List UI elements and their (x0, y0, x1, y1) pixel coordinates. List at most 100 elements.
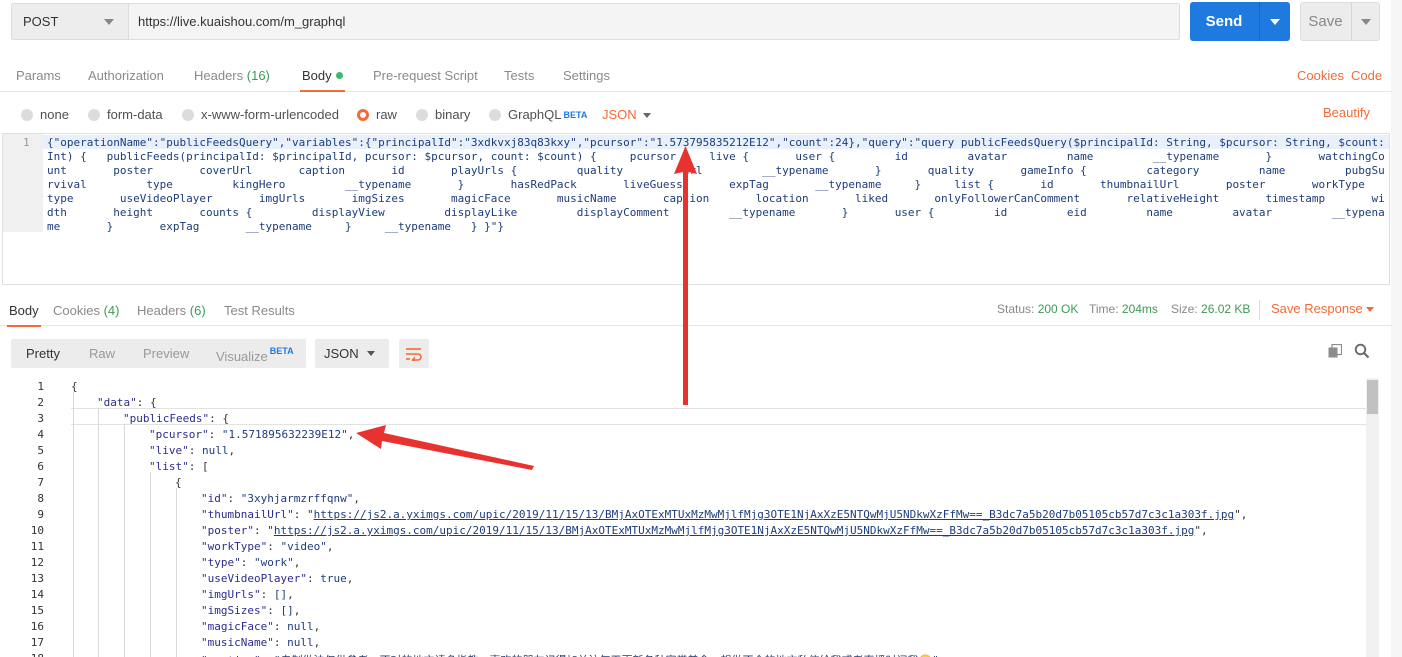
radio-circle-icon (489, 108, 501, 121)
json-punct: , (353, 492, 360, 505)
view-raw-button[interactable]: Raw (89, 346, 115, 361)
request-tabs: Params Authorization Headers (16) Body P… (0, 60, 1392, 92)
tab-body[interactable]: Body (300, 68, 345, 92)
size-value[interactable]: 26.02 KB (1201, 302, 1250, 316)
response-tab-cookies[interactable]: Cookies (4) (53, 303, 119, 318)
beautify-link[interactable]: Beautify (1323, 105, 1370, 120)
json-url[interactable]: https://js2.a.yximgs.com/upic/2019/11/15… (274, 524, 1195, 537)
json-line: "musicName": null, (201, 636, 321, 649)
copy-icon[interactable] (1328, 344, 1342, 358)
response-tab-test-results[interactable]: Test Results (224, 303, 295, 318)
response-tab-headers[interactable]: Headers (6) (137, 303, 206, 318)
modified-dot-icon (335, 72, 343, 79)
line-number: 13 (30, 572, 44, 585)
radio-binary[interactable]: binary (416, 107, 470, 122)
tab-headers[interactable]: Headers (16) (194, 68, 270, 83)
url-input[interactable]: https://live.kuaishou.com/m_graphql (128, 3, 1180, 40)
line-number: 8 (37, 492, 44, 505)
json-line: "type": "work", (201, 556, 301, 569)
json-key: "useVideoPlayer" (201, 572, 307, 585)
view-pretty-button[interactable]: Pretty (26, 346, 60, 361)
json-line: "live": null, (149, 444, 236, 457)
tab-authorization[interactable]: Authorization (88, 68, 164, 83)
json-line: { (175, 476, 182, 489)
line-number: 4 (37, 428, 44, 441)
response-tab-body[interactable]: Body (7, 303, 41, 327)
json-literal: true (320, 572, 347, 585)
request-body-text[interactable]: {"operationName":"publicFeedsQuery","var… (47, 136, 1387, 234)
json-line: "id": "3xyhjarmzrffqnw", (201, 492, 360, 505)
radio-none[interactable]: none (21, 107, 69, 122)
line-number: 12 (30, 556, 44, 569)
send-dropdown-chevron-icon[interactable] (1270, 19, 1280, 25)
tab-headers-label: Headers (194, 68, 244, 83)
tab-tests[interactable]: Tests (504, 68, 534, 83)
line-number: 3 (37, 412, 44, 425)
time-value[interactable]: 204ms (1122, 302, 1158, 316)
line-number: 11 (30, 540, 44, 553)
save-response-button[interactable]: Save Response (1271, 301, 1374, 316)
tab-prerequest-script[interactable]: Pre-request Script (373, 68, 478, 83)
cookies-link[interactable]: Cookies (1297, 68, 1344, 83)
json-key: "id" (201, 492, 228, 505)
window-scrollbar[interactable] (1391, 0, 1402, 657)
radio-raw[interactable]: raw (357, 107, 397, 122)
view-preview-button[interactable]: Preview (143, 346, 189, 361)
method-select[interactable]: POST (11, 3, 128, 40)
json-literal: null (287, 636, 314, 649)
json-key: "thumbnailUrl" (201, 508, 294, 521)
tab-headers-count: (16) (246, 68, 270, 83)
json-key: "live" (149, 444, 189, 457)
json-string: "1.571895632239E12" (221, 428, 348, 441)
json-key: "workType" (201, 540, 268, 553)
status-readout: Status: 200 OK (997, 302, 1078, 316)
radio-binary-label: binary (435, 107, 471, 122)
response-format-select[interactable]: JSON (315, 339, 389, 368)
json-line: "caption": "自制做法仅供参考，不对的地方请多指教，喜欢的朋友记得加关… (201, 652, 939, 657)
view-visualize-button[interactable]: Visualize BETA (216, 346, 294, 364)
radio-circle-icon (182, 108, 194, 121)
json-key: "imgUrls" (201, 588, 261, 601)
beta-badge: BETA (269, 346, 294, 356)
json-line: "useVideoPlayer": true, (201, 572, 354, 585)
json-punct: ", (1194, 524, 1208, 537)
body-type-selector: none form-data x-www-form-urlencoded raw… (0, 100, 1392, 130)
line-number: 16 (30, 620, 44, 633)
json-line: "thumbnailUrl": "https://js2.a.yximgs.co… (201, 508, 1248, 521)
chevron-down-icon (1366, 307, 1374, 312)
json-punct: , (346, 572, 354, 585)
radio-graphql[interactable]: GraphQL BETA (489, 107, 587, 122)
request-bar: POST https://live.kuaishou.com/m_graphql… (0, 0, 1402, 52)
json-punct: , (313, 636, 321, 649)
radio-urlencoded[interactable]: x-www-form-urlencoded (182, 107, 339, 122)
json-url[interactable]: https://js2.a.yximgs.com/upic/2019/11/15… (314, 508, 1235, 521)
request-body-editor[interactable]: 1 {"operationName":"publicFeedsQuery","v… (2, 133, 1390, 285)
search-icon[interactable] (1354, 343, 1370, 359)
json-key: "poster" (201, 524, 254, 537)
code-link[interactable]: Code (1351, 68, 1382, 83)
tab-params[interactable]: Params (16, 68, 61, 83)
json-punct: , (313, 620, 321, 633)
time-readout: Time: 204ms (1089, 302, 1158, 316)
beta-badge: BETA (563, 109, 588, 120)
active-line-highlight (71, 408, 1377, 425)
save-button[interactable]: Save (1300, 2, 1380, 41)
response-scrollbar[interactable] (1366, 378, 1379, 657)
status-value[interactable]: 200 OK (1038, 302, 1079, 316)
size-label: Size: (1171, 302, 1198, 316)
response-body-viewer[interactable]: 1{2 "data": {3 "publicFeeds": {4 "pcursor":… (0, 378, 1380, 657)
tab-settings[interactable]: Settings (563, 68, 610, 83)
save-dropdown-chevron-icon[interactable] (1361, 19, 1371, 25)
json-brace: { (71, 380, 78, 393)
line-number: 14 (30, 588, 44, 601)
scrollbar-thumb[interactable] (1367, 380, 1378, 414)
indent-guide (73, 392, 74, 657)
json-line: "list": [ (149, 460, 209, 473)
radio-form-data[interactable]: form-data (88, 107, 163, 122)
json-brace: { (175, 476, 182, 489)
send-button[interactable]: Send (1190, 2, 1290, 41)
wrap-lines-button[interactable] (399, 339, 429, 368)
body-format-select[interactable]: JSON (602, 107, 651, 122)
radio-selected-icon (357, 108, 369, 121)
json-literal: null (202, 444, 229, 457)
